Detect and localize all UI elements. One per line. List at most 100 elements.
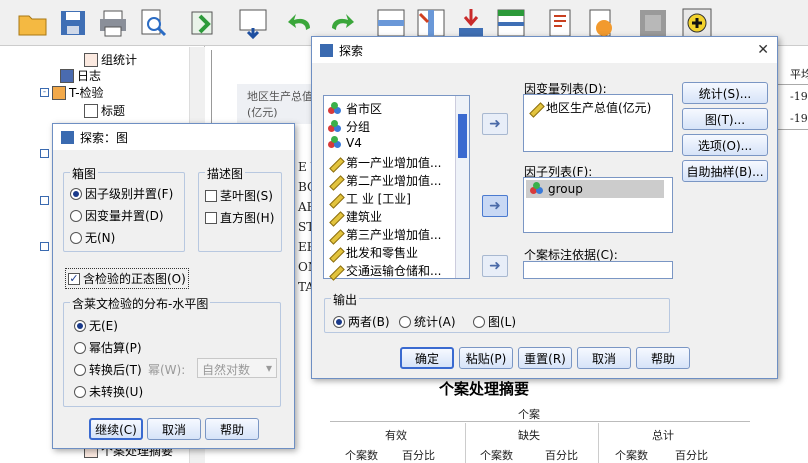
power-select-value: 自然对数 [202,363,251,377]
factor-list[interactable]: group [523,177,673,233]
scale-icon [328,174,342,188]
box-dependents-radio[interactable]: 因变量并置(D) [70,207,164,224]
variable-item[interactable]: V4 [328,136,362,150]
dependent-item[interactable]: 地区生产总值(亿元) [528,99,651,116]
print-icon[interactable] [96,6,130,40]
collapse-icon[interactable]: - [40,88,49,97]
tree-item-group-stats[interactable]: 组统计 [84,51,137,68]
radio-selected-icon [70,187,82,200]
output-group-label: 输出 [331,291,360,308]
box-none-radio[interactable]: 无(N) [70,229,115,246]
dependent-list[interactable]: 地区生产总值(亿元) [523,94,673,152]
add-icon[interactable] [680,6,714,40]
continue-button[interactable]: 继续(C) [89,418,143,440]
reset-button[interactable]: 重置(R) [518,347,572,369]
column-header-unit: (亿元) [247,106,278,119]
variable-label: 省市区 [346,102,383,116]
tree-toggle[interactable] [40,196,49,205]
tree-item-t-test[interactable]: - T-检验 [40,84,104,101]
chart-builder-icon[interactable] [584,6,618,40]
variable-item[interactable]: 交通运输仓储和... [328,262,441,279]
variable-label: 交通运输仓储和... [346,264,442,278]
box-factor-levels-radio[interactable]: 因子级别并置(F) [70,185,173,202]
title-icon [84,103,98,118]
tree-toggle[interactable] [40,242,49,251]
variable-source-list[interactable]: 省市区 分组 V4 第一产业增加值... 第二产业增加值... 工 业 [工业]… [323,95,470,279]
variable-item[interactable]: 第三产业增加值... [328,226,441,243]
cancel-button[interactable]: 取消 [147,418,201,440]
variable-item[interactable]: 建筑业 [328,208,382,225]
list-scrollbar[interactable] [455,96,469,278]
scroll-thumb[interactable] [458,114,467,158]
table-rule [465,423,466,463]
sub-header: 个案数 [480,449,513,462]
radio-icon [399,315,411,328]
help-button[interactable]: 帮助 [205,418,259,440]
output-plots-radio[interactable]: 图(L) [473,313,516,330]
variable-item[interactable]: 批发和零售业 [328,244,418,261]
sub-header: 个案数 [345,449,378,462]
move-to-dependent-button[interactable]: ➜ [482,113,508,135]
histogram-checkbox[interactable]: 直方图(H) [205,209,274,226]
variable-item[interactable]: 第一产业增加值... [328,154,441,171]
undo-icon[interactable] [284,6,318,40]
variable-item[interactable]: 工 业 [工业] [328,190,411,207]
options-button[interactable]: 选项(O)... [682,134,768,156]
radio-icon [70,231,82,244]
goto-data-icon[interactable] [236,6,270,40]
close-icon[interactable]: ✕ [757,42,769,58]
variable-item[interactable]: 第二产业增加值... [328,172,441,189]
tree-item-label: 标题 [101,104,126,118]
cancel-button[interactable]: 取消 [577,347,631,369]
levene-power-estimation-radio[interactable]: 幂估算(P) [74,339,142,356]
stem-leaf-checkbox[interactable]: 茎叶图(S) [205,187,273,204]
case-label-field[interactable] [523,261,673,279]
designate-window-icon[interactable] [636,6,670,40]
paste-button[interactable]: 粘贴(P) [459,347,513,369]
power-select[interactable]: 自然对数 ▾ [197,358,277,378]
tree-item-label: 组统计 [101,53,138,67]
statistics-button[interactable]: 统计(S)... [682,82,768,104]
plots-button[interactable]: 图(T)... [682,108,768,130]
ok-button[interactable]: 确定 [400,347,454,369]
print-preview-icon[interactable] [136,6,170,40]
goto-variable-icon[interactable] [414,6,448,40]
script-icon[interactable] [544,6,578,40]
help-button[interactable]: 帮助 [636,347,690,369]
output-both-radio[interactable]: 两者(B) [333,313,390,330]
descriptive-group: 描述图 茎叶图(S) 直方图(H) [198,165,282,252]
scale-icon [328,192,342,206]
scale-icon [328,246,342,260]
open-folder-icon[interactable] [16,6,50,40]
save-icon[interactable] [56,6,90,40]
redo-icon[interactable] [324,6,358,40]
variable-item[interactable]: 省市区 [328,100,382,117]
insert-cases-icon[interactable] [454,6,488,40]
variable-label: 工 业 [工业] [346,192,411,206]
move-to-factor-button[interactable]: ➜ [482,195,508,217]
variables-icon[interactable] [494,6,528,40]
tree-toggle[interactable] [40,149,49,158]
move-to-label-button[interactable]: ➜ [482,255,508,277]
dialog-titlebar: 探索 ✕ [312,37,777,63]
tree-item-title[interactable]: 标题 [84,102,125,119]
radio-label: 未转换(U) [89,385,144,399]
normality-plots-checkbox[interactable]: ✓ 含检验的正态图(O) [65,268,189,289]
scale-icon [328,228,342,242]
radio-label: 因子级别并置(F) [85,187,174,201]
levene-none-radio[interactable]: 无(E) [74,317,118,334]
checkbox-label: 直方图(H) [220,211,275,225]
descriptive-group-label: 描述图 [205,165,246,182]
goto-case-icon[interactable] [374,6,408,40]
bootstrap-button[interactable]: 自助抽样(B)... [682,160,768,182]
tree-item-log[interactable]: 日志 [60,67,101,84]
levene-transformed-radio[interactable]: 转换后(T) [74,361,142,378]
export-icon[interactable] [186,6,220,40]
factor-item[interactable]: group [526,180,664,198]
variable-item[interactable]: 分组 [328,118,370,135]
output-stats-radio[interactable]: 统计(A) [399,313,456,330]
nominal-icon [530,182,544,196]
radio-label: 转换后(T) [89,363,142,377]
radio-selected-icon [74,319,86,332]
levene-untransformed-radio[interactable]: 未转换(U) [74,383,143,400]
